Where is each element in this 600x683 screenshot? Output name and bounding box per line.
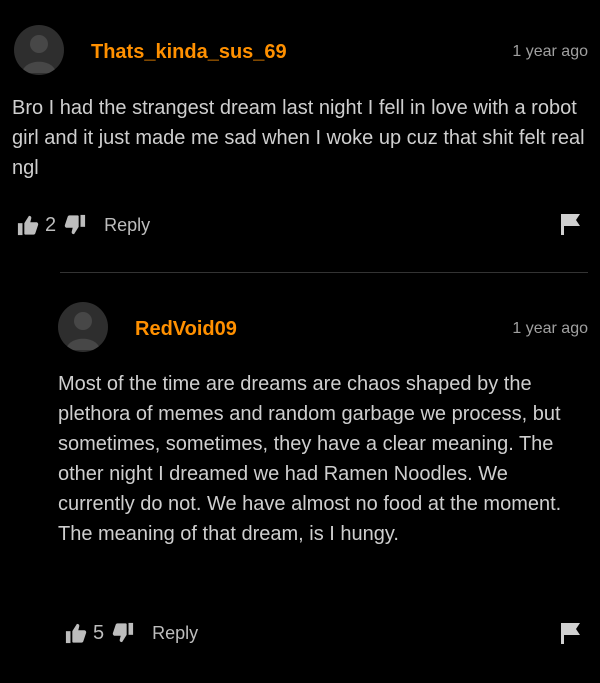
reply-button[interactable]: Reply (104, 215, 150, 236)
thumbs-up-icon[interactable] (17, 214, 39, 236)
comment-body: Bro I had the strangest dream last night… (12, 97, 585, 179)
comment-actions: 2 Reply (17, 210, 150, 240)
comment-body: Most of the time are dreams are chaos sh… (58, 373, 562, 545)
user-avatar-icon[interactable] (58, 302, 108, 352)
flag-icon[interactable] (560, 213, 582, 240)
reply-button[interactable]: Reply (152, 623, 198, 644)
thumbs-down-icon[interactable] (112, 622, 134, 644)
comment-username[interactable]: Thats_kinda_sus_69 (91, 41, 287, 64)
like-count: 2 (45, 213, 57, 236)
comment-timestamp: 1 year ago (512, 320, 588, 337)
comment-username[interactable]: RedVoid09 (135, 318, 237, 341)
comment-actions: 5 Reply (65, 618, 198, 648)
flag-icon[interactable] (560, 622, 582, 649)
reply-comment: RedVoid09 1 year ago Most of the time ar… (0, 272, 600, 683)
thumbs-down-icon[interactable] (64, 214, 86, 236)
comment: Thats_kinda_sus_69 1 year ago Bro I had … (0, 0, 600, 272)
comment-timestamp: 1 year ago (512, 43, 588, 60)
user-avatar-icon[interactable] (14, 25, 64, 75)
thumbs-up-icon[interactable] (65, 622, 87, 644)
like-count: 5 (93, 621, 105, 644)
